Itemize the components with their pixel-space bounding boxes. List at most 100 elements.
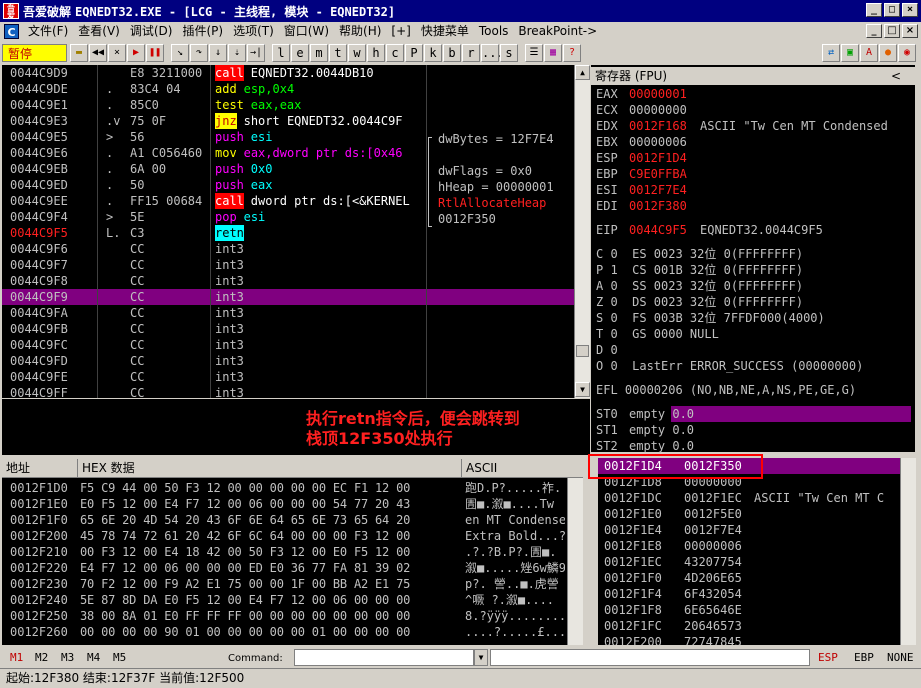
stack-mode-esp[interactable]: ESP: [818, 651, 838, 664]
disasm-address[interactable]: 0044C9ED: [10, 177, 68, 193]
disasm-address[interactable]: 0044C9FA: [10, 305, 68, 321]
menu-shortcut[interactable]: 快捷菜单: [416, 23, 474, 40]
toolbar-letter-s[interactable]: s: [500, 44, 518, 62]
step-into-icon[interactable]: ↘: [171, 44, 189, 62]
disasm-mnemonic[interactable]: add: [215, 81, 237, 97]
toolbar-letter-b[interactable]: b: [443, 44, 461, 62]
disasm-mnemonic[interactable]: push: [215, 129, 244, 145]
disasm-hex[interactable]: CC: [130, 289, 144, 305]
disasm-mnemonic[interactable]: call: [215, 193, 244, 209]
disasm-mnemonic[interactable]: int3: [215, 385, 244, 398]
register-value[interactable]: 00000000: [629, 102, 687, 118]
disasm-mnemonic[interactable]: int3: [215, 369, 244, 385]
dump-hex[interactable]: 70 F2 12 00 F9 A2 E1 75 00 00 1F 00 BB A…: [80, 576, 410, 592]
dump-hex[interactable]: 65 6E 20 4D 54 20 43 6F 6E 64 65 6E 73 6…: [80, 512, 410, 528]
disasm-hex[interactable]: C3: [130, 225, 144, 241]
scroll-thumb[interactable]: [576, 345, 589, 357]
child-restore-button[interactable]: □: [884, 24, 900, 38]
disasm-hex[interactable]: 56: [130, 129, 144, 145]
register-value[interactable]: 0012F380: [629, 198, 687, 214]
disasm-hex[interactable]: CC: [130, 273, 144, 289]
record-icon[interactable]: ◉: [898, 44, 916, 62]
flag-segment-row[interactable]: P 1 CS 001B 32位 0(FFFFFFFF): [596, 262, 803, 278]
flag-segment-row[interactable]: D 0: [596, 342, 618, 358]
dump-hex[interactable]: 5E 87 8D DA E0 F5 12 00 E4 F7 12 00 06 0…: [80, 592, 410, 608]
disasm-hex[interactable]: 50: [130, 177, 144, 193]
disasm-mnemonic[interactable]: int3: [215, 273, 244, 289]
mem-tab-m2[interactable]: M2: [35, 651, 48, 664]
disasm-operands[interactable]: esp,0x4: [244, 81, 295, 97]
dump-address[interactable]: 0012F220: [10, 560, 68, 576]
dump-hex[interactable]: 38 00 8A 01 E0 FF FF FF 00 00 00 00 00 0…: [80, 608, 410, 624]
refresh-icon[interactable]: ⇄: [822, 44, 840, 62]
menu-help[interactable]: 帮助(H): [334, 23, 386, 40]
stack-value[interactable]: 0012F7E4: [684, 522, 742, 538]
disasm-operands[interactable]: eax: [251, 177, 273, 193]
mem-tab-m1[interactable]: M1: [10, 651, 23, 664]
disasm-hex[interactable]: CC: [130, 353, 144, 369]
dump-ascii[interactable]: p?. 謍..■.虎謍: [465, 576, 565, 592]
flag-segment-row[interactable]: S 0 FS 003B 32位 7FFDF000(4000): [596, 310, 825, 326]
flag-segment-row[interactable]: O 0 LastErr ERROR_SUCCESS (00000000): [596, 358, 863, 374]
disasm-hex[interactable]: 83C4 04: [130, 81, 181, 97]
grid-icon[interactable]: ▦: [544, 44, 562, 62]
disasm-hex[interactable]: 6A 00: [130, 161, 166, 177]
menu-plus[interactable]: [+]: [386, 23, 415, 40]
disasm-hex[interactable]: CC: [130, 337, 144, 353]
dump-address[interactable]: 0012F1D0: [10, 480, 68, 496]
stack-address[interactable]: 0012F1E0: [604, 506, 662, 522]
toolbar-letter-r[interactable]: r: [462, 44, 480, 62]
mem-tab-m3[interactable]: M3: [61, 651, 74, 664]
menu-window[interactable]: 窗口(W): [279, 23, 334, 40]
dump-address[interactable]: 0012F260: [10, 624, 68, 640]
flag-segment-row[interactable]: Z 0 DS 0023 32位 0(FFFFFFFF): [596, 294, 803, 310]
disasm-address[interactable]: 0044C9FF: [10, 385, 68, 398]
dump-hex[interactable]: 00 F3 12 00 E4 18 42 00 50 F3 12 00 E0 F…: [80, 544, 410, 560]
disasm-mnemonic[interactable]: pop: [215, 209, 237, 225]
disasm-address[interactable]: 0044C9FB: [10, 321, 68, 337]
stack-address[interactable]: 0012F1E4: [604, 522, 662, 538]
rewind-icon[interactable]: ◀◀: [89, 44, 107, 62]
fpu-value[interactable]: empty 0.0: [629, 406, 694, 422]
command-input[interactable]: [294, 649, 474, 666]
disasm-operands[interactable]: eax,eax: [251, 97, 302, 113]
bookmark-icon[interactable]: ▣: [841, 44, 859, 62]
disasm-address[interactable]: 0044C9F5: [10, 225, 68, 241]
disasm-address[interactable]: 0044C9FC: [10, 337, 68, 353]
disasm-address[interactable]: 0044C9FD: [10, 353, 68, 369]
dump-scrollbar[interactable]: [567, 478, 583, 645]
disasm-operands[interactable]: short EQNEDT32.0044C9F: [244, 113, 403, 129]
toolbar-letter-dots[interactable]: ...: [481, 44, 504, 62]
help-icon[interactable]: ?: [563, 44, 581, 62]
disasm-operands[interactable]: 0x0: [251, 161, 273, 177]
disasm-hex[interactable]: CC: [130, 305, 144, 321]
disasm-address[interactable]: 0044C9F9: [10, 289, 68, 305]
command-dropdown-icon[interactable]: ▼: [474, 649, 488, 666]
list-icon[interactable]: ☰: [525, 44, 543, 62]
disasm-hex[interactable]: A1 C056460: [130, 145, 202, 161]
disasm-hex[interactable]: CC: [130, 369, 144, 385]
stack-address[interactable]: 0012F1F8: [604, 602, 662, 618]
disasm-address[interactable]: 0044C9EB: [10, 161, 68, 177]
disasm-address[interactable]: 0044C9F7: [10, 257, 68, 273]
dump-ascii[interactable]: .?.?B.P?.圊■.: [465, 544, 565, 560]
disasm-hex[interactable]: FF15 00684: [130, 193, 202, 209]
stack-value[interactable]: 6F432054: [684, 586, 742, 602]
eflags-row[interactable]: EFL 00000206 (NO,NB,NE,A,NS,PE,GE,G): [596, 382, 856, 398]
toolbar-letter-m[interactable]: m: [310, 44, 328, 62]
trace-over-icon[interactable]: ⇣: [228, 44, 246, 62]
dump-ascii[interactable]: 圊■.溆■....Tw: [465, 496, 565, 512]
disasm-address[interactable]: 0044C9F6: [10, 241, 68, 257]
disasm-address[interactable]: 0044C9E6: [10, 145, 68, 161]
toolbar-letter-h[interactable]: h: [367, 44, 385, 62]
disasm-hex[interactable]: CC: [130, 257, 144, 273]
fpu-value[interactable]: empty 0.0: [629, 422, 694, 438]
disasm-address[interactable]: 0044C9E1: [10, 97, 68, 113]
stack-value[interactable]: 00000006: [684, 538, 742, 554]
flag-segment-row[interactable]: C 0 ES 0023 32位 0(FFFFFFFF): [596, 246, 803, 262]
disasm-mnemonic[interactable]: int3: [215, 289, 244, 305]
disasm-operands[interactable]: esi: [251, 129, 273, 145]
dump-col-hex[interactable]: HEX 数据: [78, 459, 462, 477]
disasm-mnemonic[interactable]: retn: [215, 225, 244, 241]
register-value[interactable]: 00000001: [629, 86, 687, 102]
